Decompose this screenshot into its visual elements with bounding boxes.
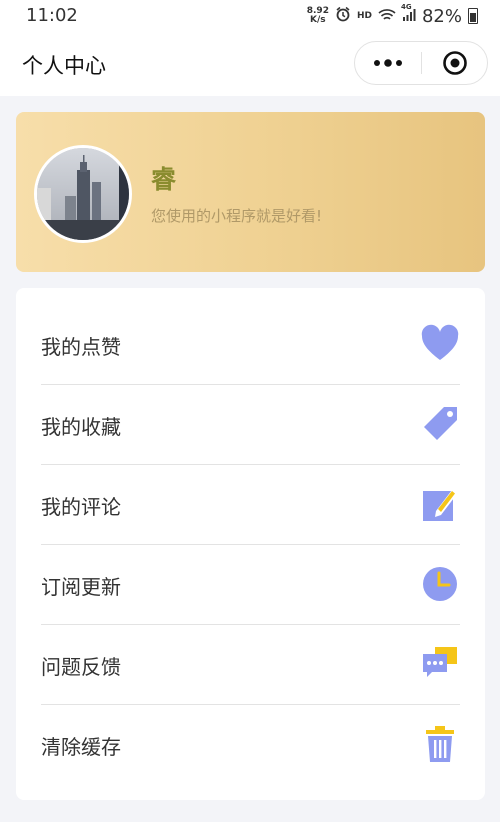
network-speed: 8.92 K/s bbox=[307, 7, 329, 25]
menu-list: 我的点赞 我的收藏 我的评论 订阅更新 问题反馈 清除缓存 bbox=[16, 288, 485, 800]
battery-percent: 82% bbox=[421, 5, 462, 27]
wifi-icon bbox=[378, 7, 396, 26]
menu-item-label: 我的收藏 bbox=[41, 415, 121, 439]
battery-icon bbox=[468, 8, 478, 24]
target-circle-icon bbox=[442, 51, 467, 75]
menu-item-label: 我的点赞 bbox=[41, 335, 121, 359]
close-miniprogram-button[interactable] bbox=[422, 42, 487, 84]
tag-icon bbox=[420, 404, 460, 444]
menu-item-label: 我的评论 bbox=[41, 495, 121, 519]
menu-item-label: 订阅更新 bbox=[41, 575, 121, 599]
chat-bubbles-icon bbox=[420, 644, 460, 684]
nickname: 睿 bbox=[151, 165, 177, 194]
menu-item-feedback[interactable]: 问题反馈 bbox=[41, 624, 460, 705]
cell-signal-icon: 4G bbox=[401, 3, 416, 26]
profile-card: 睿 您使用的小程序就是好看! bbox=[16, 112, 485, 272]
avatar-image bbox=[37, 148, 129, 240]
page-title: 个人中心 bbox=[22, 54, 106, 78]
menu-item-subscribe[interactable]: 订阅更新 bbox=[41, 544, 460, 625]
status-time: 11:02 bbox=[26, 5, 78, 26]
trash-icon bbox=[420, 724, 460, 764]
menu-item-label: 清除缓存 bbox=[41, 735, 121, 759]
navigation-bar: 个人中心 bbox=[0, 32, 500, 96]
network-type-label: 4G bbox=[400, 2, 412, 11]
profile-motto: 您使用的小程序就是好看! bbox=[151, 207, 323, 225]
hd-label: HD bbox=[356, 11, 372, 21]
more-dots-icon bbox=[374, 59, 402, 67]
heart-icon bbox=[420, 324, 460, 364]
menu-item-comments[interactable]: 我的评论 bbox=[41, 464, 460, 545]
menu-item-favorites[interactable]: 我的收藏 bbox=[41, 384, 460, 465]
network-speed-unit: K/s bbox=[310, 15, 326, 25]
clock-icon bbox=[420, 564, 460, 604]
alarm-icon bbox=[335, 6, 351, 26]
menu-item-clear-cache[interactable]: 清除缓存 bbox=[41, 704, 460, 784]
avatar[interactable] bbox=[34, 145, 132, 243]
miniprogram-capsule bbox=[354, 41, 488, 85]
menu-item-likes[interactable]: 我的点赞 bbox=[41, 304, 460, 385]
menu-item-label: 问题反馈 bbox=[41, 655, 121, 679]
status-icons: 8.92 K/s HD 4G 82% bbox=[307, 3, 478, 29]
edit-note-icon bbox=[420, 484, 460, 524]
status-bar: 11:02 8.92 K/s HD 4G 82% bbox=[0, 0, 500, 32]
more-button[interactable] bbox=[355, 42, 421, 84]
